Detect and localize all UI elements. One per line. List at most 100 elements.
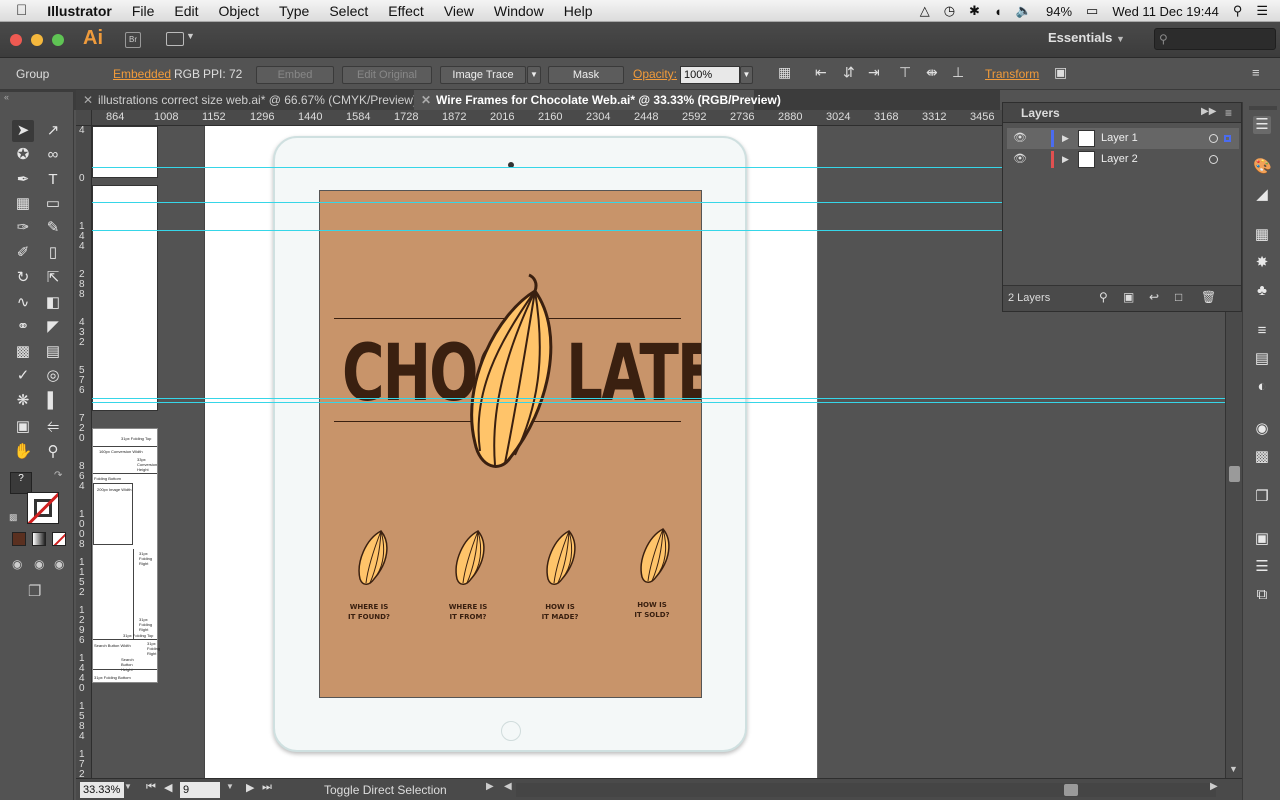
menu-file[interactable]: File: [122, 0, 165, 22]
gradient-panel-icon[interactable]: ▤: [1253, 350, 1271, 368]
default-fill-stroke-icon[interactable]: ▩: [9, 512, 18, 523]
opacity-dropdown-icon[interactable]: ▼: [740, 66, 753, 84]
status-text[interactable]: Toggle Direct Selection: [324, 783, 447, 797]
close-tab-icon[interactable]: ✕: [83, 90, 93, 110]
edit-original-button[interactable]: Edit Original: [342, 66, 432, 84]
hand-tool-icon[interactable]: ✋: [12, 441, 34, 463]
layer-row[interactable]: 👁 ▶ Layer 1: [1007, 128, 1239, 149]
menu-view[interactable]: View: [434, 0, 484, 22]
color-guide-icon[interactable]: ◢: [1253, 186, 1271, 204]
visibility-eye-icon[interactable]: 👁: [1013, 128, 1027, 149]
collapse-tools-icon[interactable]: «: [4, 92, 9, 102]
delete-layer-icon[interactable]: 🗑: [1201, 290, 1216, 304]
selection-indicator[interactable]: [1224, 135, 1231, 142]
fill-swatch[interactable]: ?: [10, 472, 32, 494]
guide-line[interactable]: [92, 402, 1225, 403]
eyedropper-tool-icon[interactable]: ✓: [12, 365, 34, 387]
horizontal-ruler[interactable]: 864 1008 1152 1296 1440 1584 1728 1872 2016 2160 2…: [92, 110, 1002, 126]
image-trace-dropdown-icon[interactable]: ▼: [527, 66, 541, 84]
notification-center-icon[interactable]: ☰: [1256, 3, 1268, 19]
menu-object[interactable]: Object: [209, 0, 269, 22]
last-artboard-icon[interactable]: ⏭: [262, 781, 272, 794]
menu-window[interactable]: Window: [484, 0, 554, 22]
target-icon[interactable]: [1209, 155, 1218, 164]
embedded-link[interactable]: Embedded: [113, 67, 171, 81]
close-tab-icon[interactable]: ✕: [421, 90, 431, 110]
previous-artboard-icon[interactable]: ◀: [164, 781, 172, 794]
direct-selection-tool-icon[interactable]: ↗: [42, 120, 64, 142]
make-clipping-mask-icon[interactable]: ▣: [1123, 290, 1134, 304]
expand-layer-icon[interactable]: ▶: [1062, 149, 1069, 170]
layers-panel-icon[interactable]: ☰: [1253, 116, 1271, 134]
menu-select[interactable]: Select: [319, 0, 378, 22]
arrange-documents-icon[interactable]: [166, 32, 184, 46]
draw-behind-icon[interactable]: ◉: [34, 557, 44, 571]
pathfinder-panel-icon[interactable]: ⧉: [1253, 586, 1271, 604]
width-tool-icon[interactable]: ∿: [12, 292, 34, 314]
artboard-number-input[interactable]: 9: [180, 782, 220, 798]
transparency-panel-icon[interactable]: ◐: [1253, 378, 1271, 396]
blend-tool-icon[interactable]: ◎: [42, 365, 64, 387]
tab-wire-frames[interactable]: ✕ Wire Frames for Chocolate Web.ai* @ 33…: [414, 90, 781, 110]
gradient-mode-button[interactable]: [32, 532, 46, 546]
horizontal-scrollbar[interactable]: [516, 783, 1216, 797]
mask-button[interactable]: Mask: [548, 66, 624, 84]
image-trace-button[interactable]: Image Trace: [440, 66, 526, 84]
free-transform-tool-icon[interactable]: ◧: [42, 292, 64, 314]
first-artboard-icon[interactable]: ⏮: [146, 781, 156, 794]
paintbrush-tool-icon[interactable]: ✑: [12, 217, 34, 239]
appearance-panel-icon[interactable]: ◉: [1253, 420, 1271, 438]
scroll-right-icon[interactable]: ▶: [1210, 781, 1218, 792]
eraser-tool-icon[interactable]: ▯: [42, 242, 64, 264]
tab-illustrations[interactable]: ✕ illustrations correct size web.ai* @ 6…: [76, 90, 417, 110]
selection-tool-icon[interactable]: ➤: [12, 120, 34, 142]
layer-row[interactable]: 👁 ▶ Layer 2: [1007, 149, 1239, 170]
symbol-sprayer-tool-icon[interactable]: ❋: [12, 390, 34, 412]
menu-type[interactable]: Type: [269, 0, 319, 22]
graphic-styles-icon[interactable]: ▩: [1253, 448, 1271, 466]
type-tool-icon[interactable]: T: [42, 169, 64, 191]
wifi-icon[interactable]: ◖: [994, 4, 1002, 19]
scale-tool-icon[interactable]: ⇱: [42, 267, 64, 289]
layer-name[interactable]: Layer 2: [1101, 149, 1138, 170]
swatches-panel-icon[interactable]: ▦: [1253, 226, 1271, 244]
transform-link[interactable]: Transform: [985, 67, 1039, 81]
collapse-panel-icon[interactable]: ▶▶: [1201, 106, 1216, 117]
bluetooth-icon[interactable]: ✱: [969, 3, 980, 19]
workspace-switcher[interactable]: Essentials ▼: [1048, 30, 1125, 45]
arrange-dropdown-icon[interactable]: ▼: [186, 31, 195, 41]
apple-menu-icon[interactable]: : [0, 0, 37, 22]
new-layer-icon[interactable]: □: [1175, 290, 1182, 304]
guide-line[interactable]: [92, 398, 1225, 399]
status-menu-icon[interactable]: ▶: [486, 781, 494, 792]
artboard-tool-icon[interactable]: ▣: [12, 416, 34, 438]
zoom-level-input[interactable]: 33.33%: [80, 782, 124, 798]
opacity-link[interactable]: Opacity:: [633, 67, 677, 81]
none-mode-button[interactable]: [52, 532, 66, 546]
zoom-dropdown-icon[interactable]: ▼: [124, 782, 132, 791]
transform-panel-icon[interactable]: ▣: [1253, 530, 1271, 548]
scroll-left-icon[interactable]: ◀: [504, 781, 512, 792]
screen-mode-icon[interactable]: ❐: [28, 582, 41, 600]
minimize-window-button[interactable]: [31, 34, 43, 46]
pen-tool-icon[interactable]: ✒: [12, 169, 34, 191]
target-icon[interactable]: [1209, 134, 1218, 143]
stroke-swatch[interactable]: [27, 492, 59, 524]
menu-effect[interactable]: Effect: [378, 0, 434, 22]
align-middle-icon[interactable]: ⇼: [926, 64, 938, 81]
zoom-window-button[interactable]: [52, 34, 64, 46]
menu-app-name[interactable]: Illustrator: [37, 0, 122, 22]
layer-name[interactable]: Layer 1: [1101, 128, 1138, 149]
brushes-panel-icon[interactable]: ✸: [1253, 254, 1271, 272]
mesh-tool-icon[interactable]: ▩: [12, 341, 34, 363]
spotlight-icon[interactable]: ⚲: [1233, 3, 1243, 19]
new-sublayer-icon[interactable]: ↩: [1149, 290, 1159, 304]
magic-wand-tool-icon[interactable]: ✪: [12, 144, 34, 166]
align-panel-icon[interactable]: ☰: [1253, 558, 1271, 576]
align-top-icon[interactable]: ⊤: [899, 64, 911, 81]
symbols-panel-icon[interactable]: ♣: [1253, 282, 1271, 300]
align-right-icon[interactable]: ⇥: [868, 64, 880, 81]
artboard-dropdown-icon[interactable]: ▼: [226, 782, 234, 791]
align-bottom-icon[interactable]: ⊥: [952, 64, 964, 81]
horizontal-scroll-thumb[interactable]: [1064, 784, 1078, 796]
